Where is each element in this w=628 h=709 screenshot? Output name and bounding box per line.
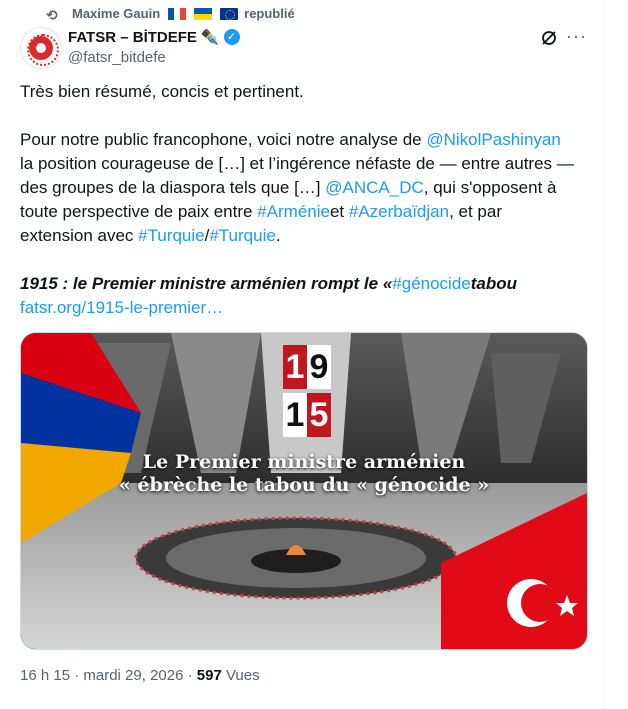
display-name[interactable]: FATSR – BİTDEFE ✒️ ✓ xyxy=(68,28,240,46)
tweet-text-line-1: Très bien résumé, concis et pertinent. xyxy=(20,80,304,104)
timestamp[interactable]: 16 h 15 · mardi 29, 2026 · xyxy=(20,667,197,684)
tweet-text: la position courageuse de […] et l’ingér… xyxy=(20,154,574,173)
article-link[interactable]: fatsr.org/1915-le-premier… xyxy=(20,298,223,317)
tweet-text: des groupes de la diaspora tels que […] xyxy=(20,178,326,197)
more-icon[interactable]: ··· xyxy=(566,26,587,47)
tweet-card[interactable]: ⟲ Maxime Gauin republié FATSR – BİTDEFE … xyxy=(0,0,604,709)
avatar-logo-icon xyxy=(29,36,53,60)
tweet-text: et xyxy=(329,202,349,221)
display-name-text[interactable]: FATSR – BİTDEFE xyxy=(68,29,197,46)
media-caption-line-2: « ébrèche le tabou du « génocide » xyxy=(118,474,490,496)
flag-eu-icon xyxy=(220,7,239,20)
hashtag-link[interactable]: #Turquie xyxy=(138,226,204,245)
media-caption-line-1: Le Premier ministre arménien xyxy=(142,451,466,473)
tweet-text: , qui s'opposent à xyxy=(423,178,557,197)
mention-link[interactable]: @ANCA_DC xyxy=(325,178,424,197)
tweet-text-line-3: la position courageuse de […] et l’ingér… xyxy=(20,152,574,176)
hashtag-link[interactable]: #génocide xyxy=(392,274,470,293)
tweet-text: extension avec xyxy=(20,226,139,245)
media-image[interactable]: 1 9 1 5 Le Premier ministre arménien « é… xyxy=(20,332,588,650)
tweet-intro: Très bien résumé, concis et pertinent. xyxy=(20,82,304,101)
mention-link[interactable]: @NikolPashinyan xyxy=(426,130,560,149)
avatar[interactable] xyxy=(20,27,62,69)
repost-suffix: republié xyxy=(244,6,295,21)
hashtag-link[interactable]: #Azerbaïdjan xyxy=(349,202,449,221)
tweet-text: . xyxy=(275,226,281,245)
year-digit: 9 xyxy=(307,345,331,389)
flag-france-icon xyxy=(168,7,187,20)
grok-icon[interactable] xyxy=(540,29,558,47)
year-digit: 1 xyxy=(283,345,307,389)
user-handle[interactable]: @fatsr_bitdefe xyxy=(68,49,166,66)
tweet-text-line-4: des groupes de la diaspora tels que […] … xyxy=(20,176,556,200)
tweet-text-line-5: toute perspective de paix entre #Arménie… xyxy=(20,200,502,224)
headline-text: 1915 : le Premier ministre arménien romp… xyxy=(20,274,393,293)
repost-author[interactable]: Maxime Gauin xyxy=(72,6,160,21)
tweet-text-line-2: Pour notre public francophone, voici not… xyxy=(20,128,561,152)
verified-badge-icon[interactable]: ✓ xyxy=(223,29,240,45)
media-caption: Le Premier ministre arménien « ébrèche l… xyxy=(21,451,587,497)
views-count[interactable]: 597 xyxy=(197,667,222,684)
headline-text: tabou xyxy=(470,274,518,293)
article-url-line: fatsr.org/1915-le-premier… xyxy=(20,296,223,320)
pen-emoji: ✒️ xyxy=(200,29,220,46)
tweet-text: toute perspective de paix entre xyxy=(20,202,258,221)
tweet-meta: 16 h 15 · mardi 29, 2026 · 597 Vues xyxy=(20,667,260,684)
hashtag-link[interactable]: #Arménie xyxy=(257,202,330,221)
tweet-text: , et par xyxy=(449,202,502,221)
tweet-text-line-6: extension avec #Turquie/#Turquie. xyxy=(20,224,281,248)
article-headline: 1915 : le Premier ministre arménien romp… xyxy=(20,272,517,296)
repost-header[interactable]: ⟲ Maxime Gauin republié xyxy=(46,6,295,23)
year-digit: 5 xyxy=(307,393,331,437)
flag-ukraine-icon xyxy=(194,7,213,20)
hashtag-link[interactable]: #Turquie xyxy=(209,226,275,245)
repost-icon: ⟲ xyxy=(46,7,58,23)
year-grid: 1 9 1 5 xyxy=(283,345,331,441)
views-label: Vues xyxy=(221,667,260,684)
tweet-text: Pour notre public francophone, voici not… xyxy=(20,130,427,149)
year-digit: 1 xyxy=(283,393,307,437)
